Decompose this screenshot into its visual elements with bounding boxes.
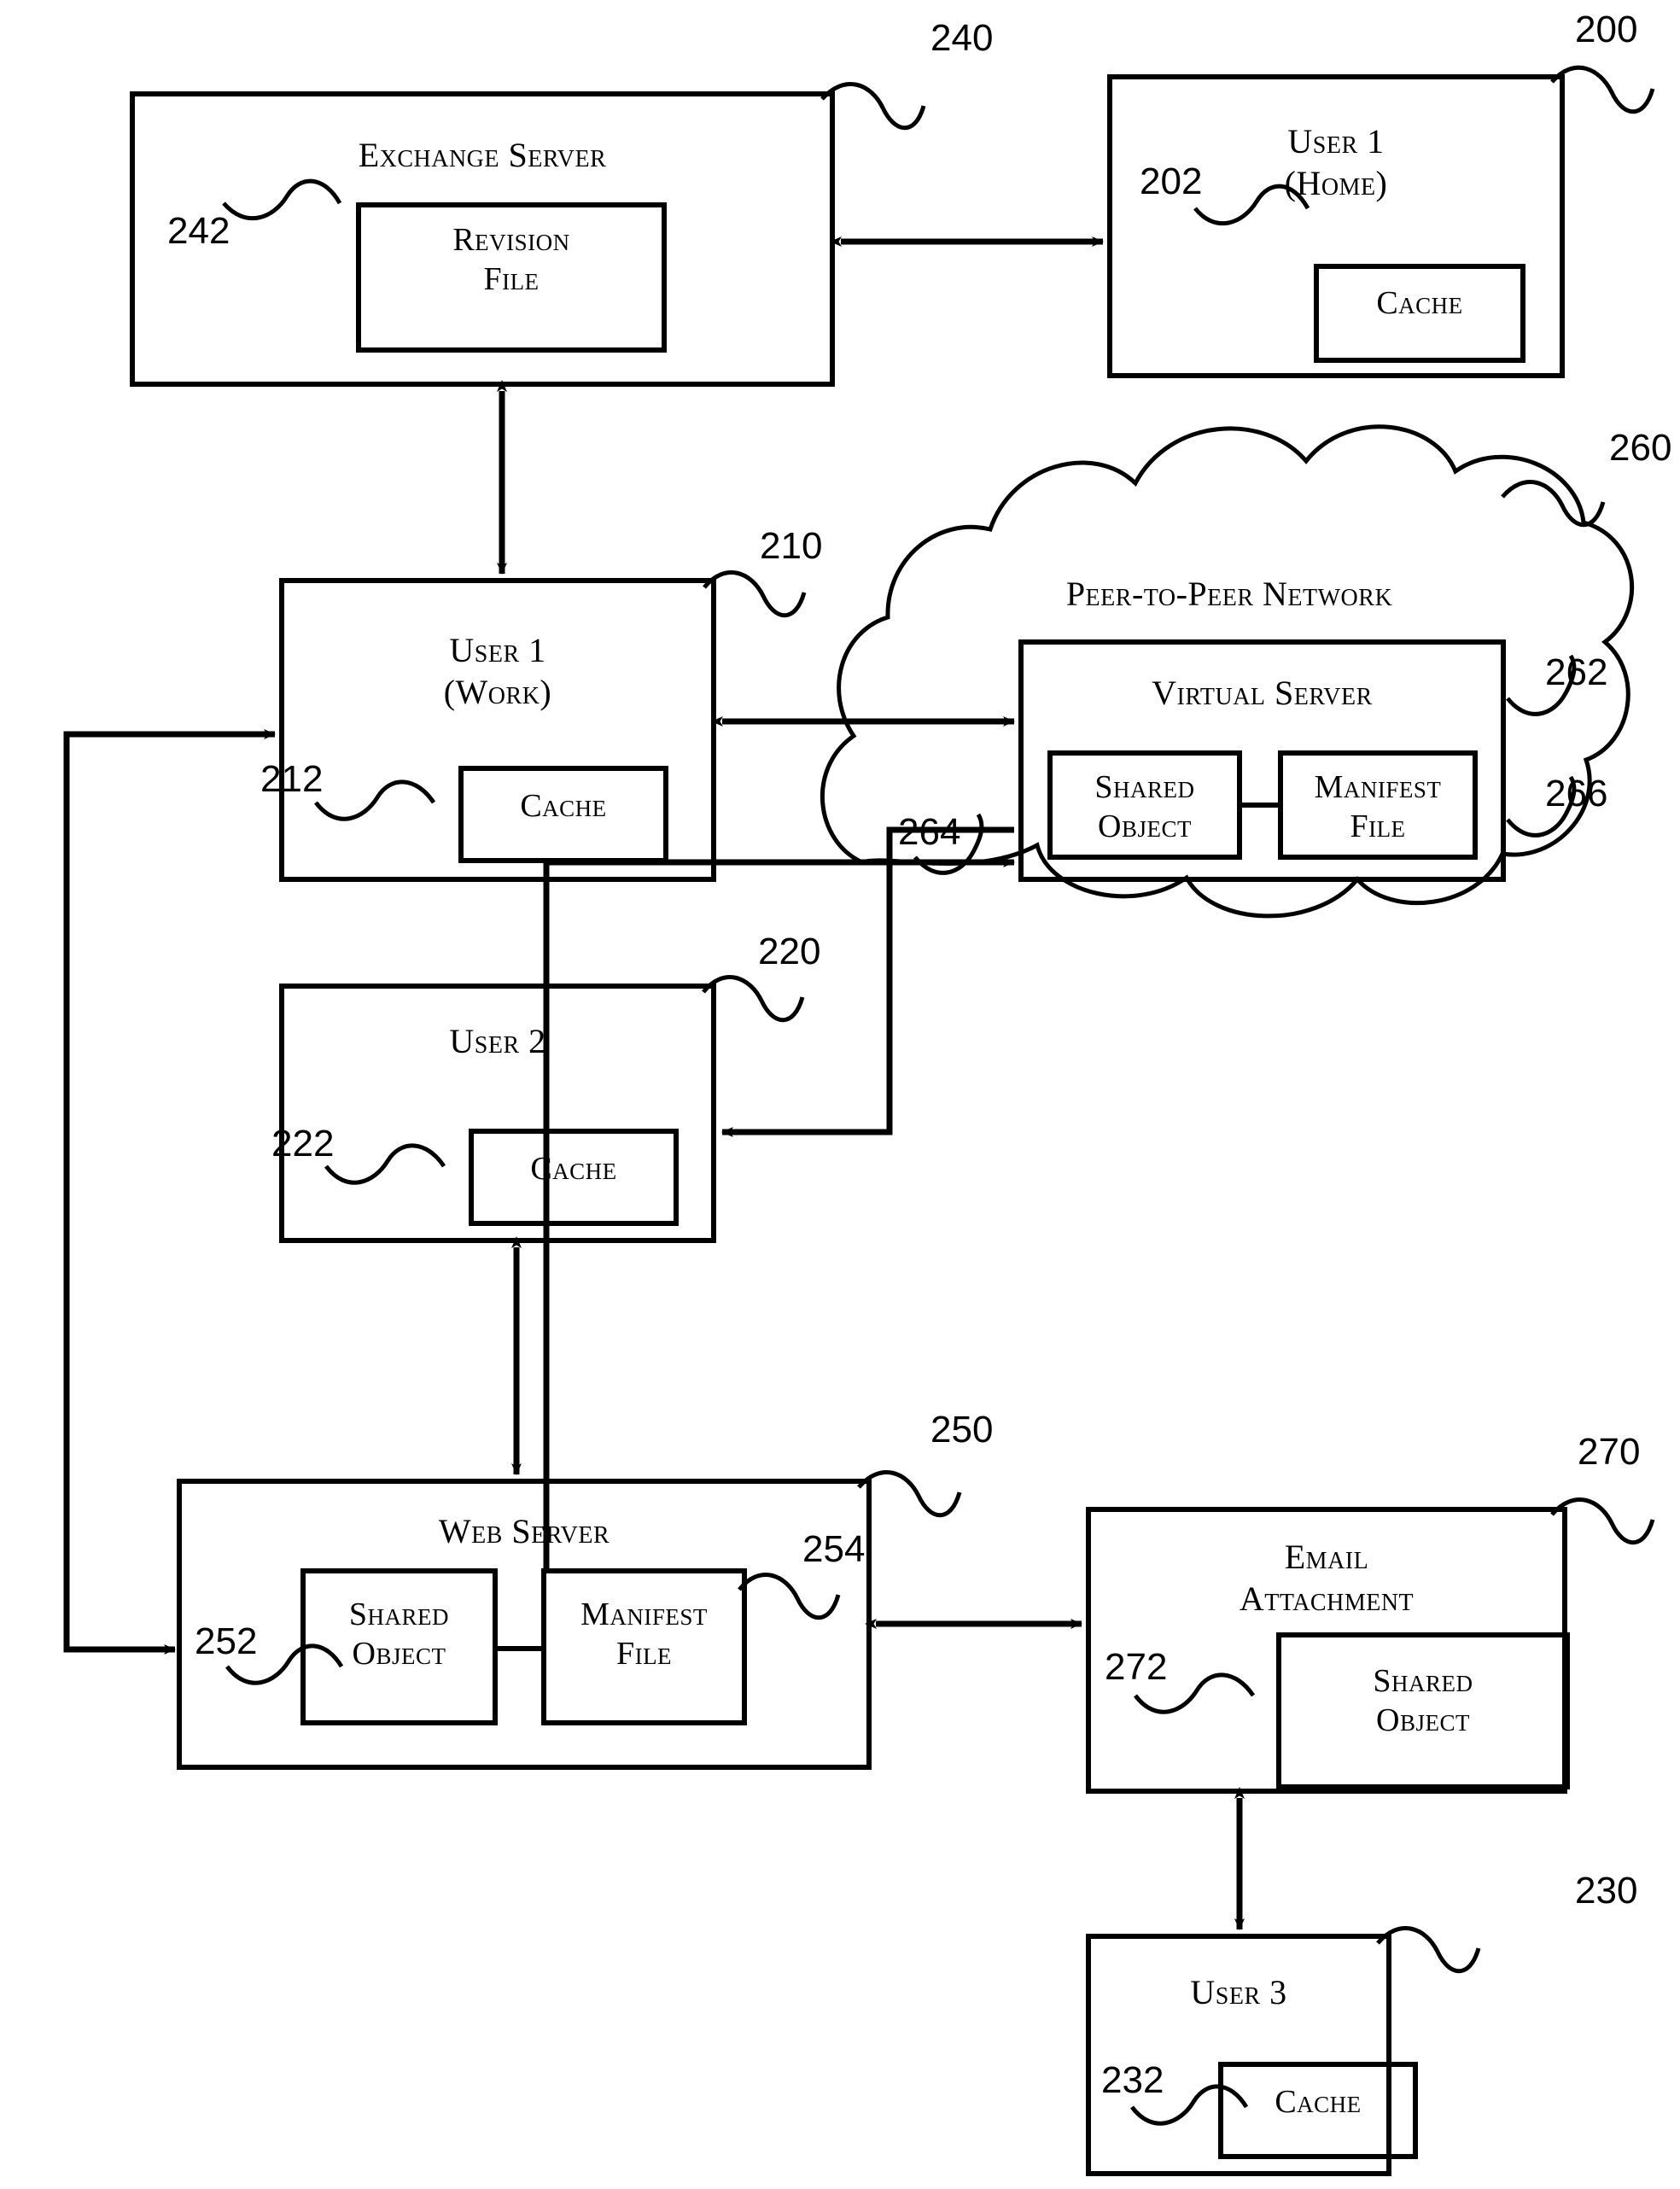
ref-264: 264 xyxy=(898,811,961,853)
leader-212 xyxy=(314,779,436,821)
ref-240: 240 xyxy=(930,17,994,59)
ref-232: 232 xyxy=(1101,2059,1164,2101)
vs-manifest-file-box xyxy=(1278,750,1478,860)
patent-figure: Exchange Server Revision File 240 242 Us… xyxy=(0,0,1680,2189)
virtual-server-box xyxy=(1018,639,1506,882)
ref-262: 262 xyxy=(1545,651,1608,693)
leader-222 xyxy=(324,1143,446,1185)
ref-230: 230 xyxy=(1575,1870,1638,1912)
leader-220 xyxy=(702,975,805,1023)
ref-210: 210 xyxy=(760,525,823,567)
conn-leftrail-to-user1work xyxy=(63,729,276,1653)
user1-home-cache-box xyxy=(1314,264,1525,363)
revision-file-box xyxy=(356,202,667,353)
exchange-server-box xyxy=(130,91,835,387)
ws-manifest-file-box xyxy=(541,1568,747,1725)
user1-home-box xyxy=(1107,74,1565,378)
ref-222: 222 xyxy=(271,1123,335,1165)
user1-work-box xyxy=(279,578,716,882)
ref-220: 220 xyxy=(758,931,821,972)
web-server-box xyxy=(177,1479,872,1770)
user2-box xyxy=(279,984,716,1243)
figure-linework xyxy=(63,65,1655,2176)
ea-shared-object-box xyxy=(1276,1632,1570,1789)
user3-box xyxy=(1086,1934,1391,2176)
leader-250 xyxy=(857,1470,962,1518)
user1-work-cache-box xyxy=(458,766,668,863)
ref-202: 202 xyxy=(1140,161,1203,202)
leader-260 xyxy=(1501,480,1606,528)
leader-202 xyxy=(1193,184,1310,226)
ws-shared-object-box xyxy=(300,1568,498,1725)
leader-200 xyxy=(1550,65,1655,114)
user2-cache-box xyxy=(469,1129,679,1226)
conn-virtualserver-to-user2 xyxy=(721,826,1014,1137)
leader-210 xyxy=(703,570,807,618)
leader-240 xyxy=(820,82,926,131)
ref-242: 242 xyxy=(167,210,230,252)
ref-212: 212 xyxy=(260,758,324,800)
vs-shared-object-box xyxy=(1047,750,1242,860)
ref-270: 270 xyxy=(1578,1431,1641,1473)
ref-250: 250 xyxy=(930,1409,994,1451)
ref-266: 266 xyxy=(1545,773,1608,814)
user3-cache-box xyxy=(1218,2062,1418,2159)
leader-242 xyxy=(222,178,342,221)
leader-230 xyxy=(1376,1926,1481,1974)
ref-254: 254 xyxy=(802,1528,866,1570)
ref-272: 272 xyxy=(1105,1646,1168,1688)
ref-252: 252 xyxy=(195,1620,258,1662)
ref-260: 260 xyxy=(1609,427,1672,469)
leader-254 xyxy=(738,1573,841,1620)
ref-200: 200 xyxy=(1575,9,1638,50)
